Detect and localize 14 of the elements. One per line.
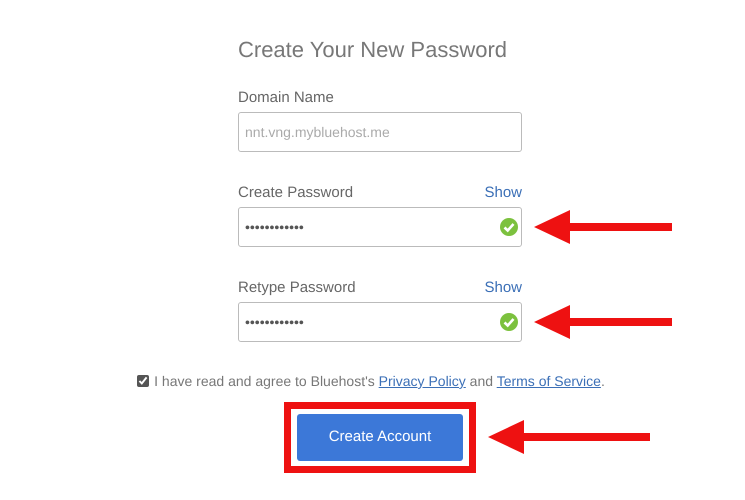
input-field[interactable]: nnt.vng.mybluehost.me xyxy=(238,112,522,152)
policy-link[interactable]: Privacy Policy xyxy=(378,373,466,389)
field-label: Retype Password xyxy=(238,278,356,298)
password-field[interactable]: •••••••••••• xyxy=(238,207,522,247)
password-field[interactable]: •••••••••••• xyxy=(238,302,522,342)
agreement-text: I have read and agree to Bluehost's Privacy Policy and Terms of Service. xyxy=(154,372,605,390)
show-link[interactable]: Show xyxy=(484,183,522,203)
agree-checkbox[interactable] xyxy=(137,375,150,387)
show-link[interactable]: Show xyxy=(484,278,522,298)
create-account-button[interactable]: Create Account xyxy=(297,414,463,461)
field-label: Domain Name xyxy=(238,88,334,108)
policy-link[interactable]: Terms of Service xyxy=(496,373,601,389)
page-title: Create Your New Password xyxy=(238,36,508,64)
field-label: Create Password xyxy=(238,183,354,203)
